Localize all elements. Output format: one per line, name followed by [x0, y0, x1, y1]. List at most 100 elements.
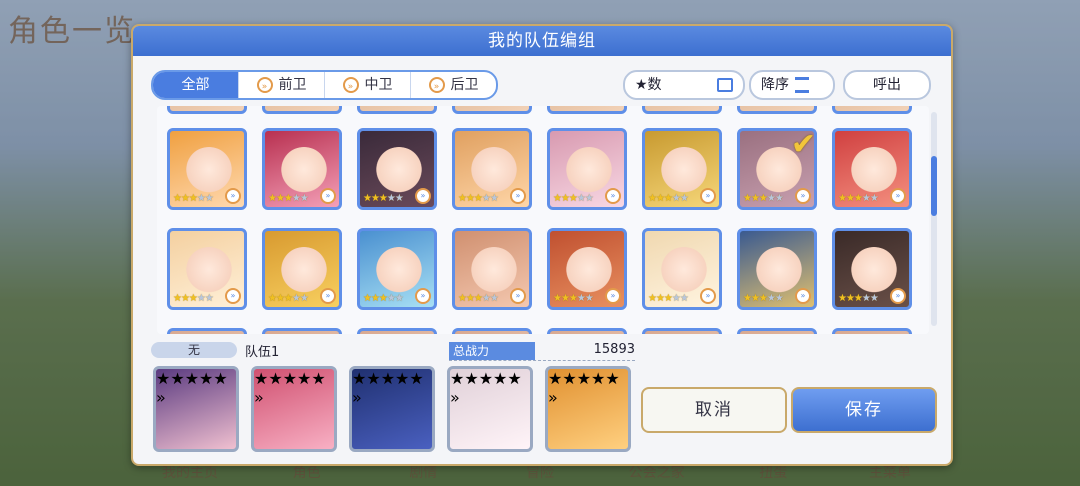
star-rating: ★★★★★: [173, 293, 214, 304]
star-rating: ★★★★★: [268, 293, 309, 304]
character-card[interactable]: ★★★★★ »: [547, 228, 627, 310]
character-card[interactable]: ★★★★★ »: [262, 128, 342, 210]
call-out-label: 呼出: [873, 77, 901, 93]
total-power-label: 总战力: [449, 342, 535, 360]
role-icon: »: [352, 388, 362, 407]
team-member-card[interactable]: ★★★★★»: [349, 366, 435, 452]
character-card[interactable]: ★★★★★ »: [167, 228, 247, 310]
character-card-partial[interactable]: [262, 328, 342, 334]
character-card-partial[interactable]: [357, 328, 437, 334]
role-icon: »: [415, 288, 431, 304]
role-icon: »: [510, 288, 526, 304]
role-icon: »: [320, 288, 336, 304]
character-card[interactable]: ★★★★★ »: [452, 128, 532, 210]
team-member-card[interactable]: ★★★★★»: [153, 366, 239, 452]
grid-scrollbar[interactable]: [931, 112, 937, 326]
character-card[interactable]: ★★★★★ »: [357, 128, 437, 210]
role-icon: »: [225, 288, 241, 304]
star-rating: ★★★★★: [254, 369, 326, 388]
star-rating: ★★★★★: [450, 369, 522, 388]
team-member-card[interactable]: ★★★★★»: [447, 366, 533, 452]
character-card-partial[interactable]: [547, 328, 627, 334]
character-card[interactable]: ★★★★★ »: [357, 228, 437, 310]
character-card-partial[interactable]: [832, 328, 912, 334]
character-card-partial[interactable]: [832, 106, 912, 114]
star-rating: ★★★★★: [553, 293, 594, 304]
check-icon: ✔: [790, 128, 816, 162]
dialog-title: 我的队伍编组: [133, 26, 951, 56]
character-card[interactable]: ★★★★★ » ✔: [737, 128, 817, 210]
star-rating: ★★★★★: [838, 293, 879, 304]
tab-all[interactable]: 全部: [153, 72, 239, 98]
grid-scroll-thumb[interactable]: [931, 156, 937, 216]
character-card[interactable]: ★★★★★ »: [167, 128, 247, 210]
cancel-button[interactable]: 取消: [641, 387, 787, 433]
tab-midguard-label: 中卫: [364, 77, 393, 93]
role-icon: »: [700, 288, 716, 304]
character-card-partial[interactable]: [167, 328, 247, 334]
character-card[interactable]: ★★★★★ »: [642, 128, 722, 210]
role-icon: »: [548, 388, 558, 407]
character-card-partial[interactable]: [547, 106, 627, 114]
team-tag-badge: 无: [151, 342, 237, 358]
character-card-partial[interactable]: [452, 328, 532, 334]
star-rating: ★★★★★: [743, 293, 784, 304]
character-card-partial[interactable]: [737, 106, 817, 114]
role-icon: »: [320, 188, 336, 204]
character-card[interactable]: ★★★★★ »: [452, 228, 532, 310]
sort-order-label: 降序: [761, 77, 789, 93]
role-icon: »: [605, 188, 621, 204]
sort-field-label: ★数: [635, 77, 662, 93]
character-card[interactable]: ★★★★★ »: [832, 228, 912, 310]
rearguard-icon: »: [428, 77, 445, 93]
role-icon: »: [450, 388, 460, 407]
character-card-partial[interactable]: [642, 328, 722, 334]
team-member-card[interactable]: ★★★★★»: [251, 366, 337, 452]
character-card[interactable]: ★★★★★ »: [547, 128, 627, 210]
role-icon: »: [605, 288, 621, 304]
character-card-partial[interactable]: [452, 106, 532, 114]
character-card[interactable]: ★★★★★ »: [642, 228, 722, 310]
star-rating: ★★★★★: [352, 369, 424, 388]
sort-field-icon: [717, 78, 733, 92]
star-rating: ★★★★★: [363, 193, 404, 204]
tab-all-label: 全部: [181, 77, 210, 93]
star-rating: ★★★★★: [458, 193, 499, 204]
tab-midguard[interactable]: » 中卫: [325, 72, 411, 98]
character-card-partial[interactable]: [642, 106, 722, 114]
sort-field-button[interactable]: ★数: [623, 70, 745, 100]
sort-order-button[interactable]: 降序: [749, 70, 835, 100]
star-rating: ★★★★★: [648, 293, 689, 304]
tab-rearguard[interactable]: » 后卫: [411, 72, 496, 98]
star-rating: ★★★★★: [838, 193, 879, 204]
total-power: 总战力 15893: [449, 342, 635, 361]
character-card-partial[interactable]: [262, 106, 342, 114]
tab-rearguard-label: 后卫: [450, 77, 479, 93]
midguard-icon: »: [342, 77, 359, 93]
character-card-partial[interactable]: [357, 106, 437, 114]
team-name: 队伍1: [245, 345, 280, 360]
vanguard-icon: »: [256, 77, 273, 93]
tab-vanguard[interactable]: » 前卫: [239, 72, 325, 98]
team-edit-dialog: 我的队伍编组 全部 » 前卫 » 中卫 » 后卫 ★数 降序 呼出 ★★★★★»…: [131, 24, 953, 466]
team-info-bar: 无 队伍1: [151, 340, 431, 360]
star-rating: ★★★★★: [743, 193, 784, 204]
team-member-card[interactable]: ★★★★★»: [545, 366, 631, 452]
character-card-partial[interactable]: [737, 328, 817, 334]
sort-order-icon: [795, 77, 809, 93]
star-rating: ★★★★★: [553, 193, 594, 204]
character-card[interactable]: ★★★★★ »: [737, 228, 817, 310]
character-card[interactable]: ★★★★★ »: [262, 228, 342, 310]
save-button[interactable]: 保存: [791, 387, 937, 433]
character-card-partial[interactable]: [167, 106, 247, 114]
star-rating: ★★★★★: [173, 193, 214, 204]
character-grid[interactable]: ★★★★★ » ★★★★★ » ★★★★★ » ★★★★★ » ★★★★★ » ★★★★★ » ★★★★…: [157, 106, 929, 334]
role-icon: »: [890, 288, 906, 304]
role-icon: »: [890, 188, 906, 204]
role-icon: »: [700, 188, 716, 204]
role-icon: »: [510, 188, 526, 204]
character-card[interactable]: ★★★★★ »: [832, 128, 912, 210]
role-icon: »: [415, 188, 431, 204]
call-out-button[interactable]: 呼出: [843, 70, 931, 100]
star-rating: ★★★★★: [363, 293, 404, 304]
